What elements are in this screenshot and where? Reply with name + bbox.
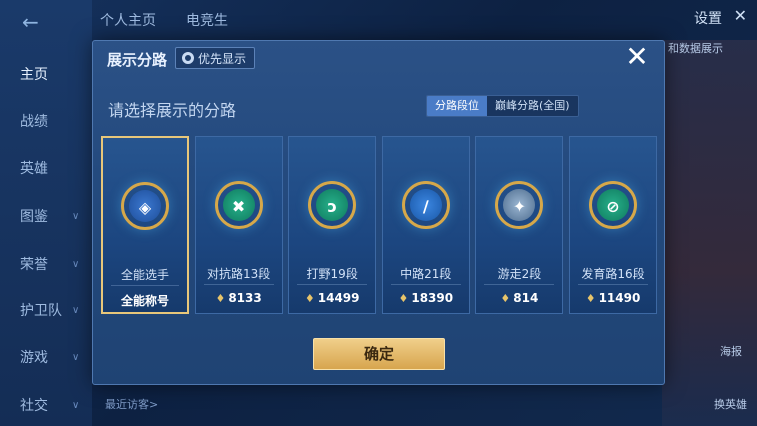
lane-card-value: ♦ 814 <box>476 291 562 305</box>
dialog-prompt: 请选择展示的分路 <box>108 101 237 120</box>
lane-card-name: 对抗路13段 <box>206 267 271 281</box>
chevron-down-icon: ∨ <box>72 352 80 363</box>
lane-card-value-text: 全能称号 <box>120 294 169 308</box>
badge-glyph: ◈ <box>138 198 152 217</box>
change-hero-button[interactable]: 换英雄 <box>714 396 747 412</box>
badge-inner: ◈ <box>129 190 161 222</box>
points-icon: ♦ <box>215 292 226 305</box>
farm-lane-icon: ⊘ <box>589 181 637 229</box>
lane-card[interactable]: ✖ 对抗路13段 ♦ 8133 <box>194 136 283 314</box>
lane-display-dialog: 展示分路 优先显示 ✕ 请选择展示的分路 分路段位 巅峰分路(全国) ◈ 全能选手… <box>92 40 665 385</box>
tab-lane-rank[interactable]: 分路段位 <box>427 96 487 116</box>
lane-card-value: ♦ 18390 <box>383 291 469 305</box>
data-display-label[interactable]: 和数据展示 <box>668 40 723 56</box>
lane-card-name: 发育路16段 <box>581 267 645 281</box>
badge-inner: ɔ <box>316 189 349 221</box>
tab-profile[interactable]: 个人主页 <box>100 10 156 30</box>
lane-card-value-text: 8133 <box>228 291 262 305</box>
nav-item-games[interactable]: 游戏 <box>20 347 48 367</box>
divider <box>111 285 179 286</box>
confirm-button[interactable]: 确定 <box>313 338 445 370</box>
lane-card-value-text: 814 <box>513 291 539 305</box>
badge-glyph: ⊘ <box>606 197 620 216</box>
roam-icon: ✦ <box>495 181 544 229</box>
lane-card-value: ♦ 14499 <box>289 291 375 305</box>
tab-esports[interactable]: 电竞生 <box>186 10 228 30</box>
recent-visitors[interactable]: 最近访客> <box>105 396 158 412</box>
lane-card-value-text: 14499 <box>317 291 360 305</box>
jungle-icon: ɔ <box>308 181 357 229</box>
lane-card[interactable]: ⊘ 发育路16段 ♦ 11490 <box>569 136 657 314</box>
gear-icon <box>182 52 194 64</box>
tab-peak-lane[interactable]: 巅峰分路(全国) <box>487 96 578 116</box>
nav-item-record[interactable]: 战绩 <box>20 111 48 131</box>
lane-card[interactable]: ɔ 打野19段 ♦ 14499 <box>288 136 377 314</box>
nav-item-guard[interactable]: 护卫队 <box>20 300 62 320</box>
badge-glyph: ✦ <box>512 197 527 216</box>
lane-card-name: 游走2段 <box>497 267 542 281</box>
display-toggle: 分路段位 巅峰分路(全国) <box>426 95 579 117</box>
lane-card-value: ♦ 11490 <box>570 291 656 305</box>
priority-display-label: 优先显示 <box>198 51 247 66</box>
chevron-down-icon: ∨ <box>72 305 80 316</box>
lane-card-value-text: 11490 <box>598 291 641 305</box>
divider <box>578 284 648 285</box>
right-panel-decor <box>662 40 757 426</box>
lane-card-value: 全能称号 <box>103 292 187 309</box>
badge-glyph: ✖ <box>231 197 246 216</box>
points-icon: ♦ <box>500 292 511 305</box>
dialog-title: 展示分路 <box>107 51 168 69</box>
lane-card-name: 中路21段 <box>400 267 452 281</box>
mid-lane-icon: ∕ <box>401 181 450 229</box>
lane-card-name: 全能选手 <box>120 268 169 282</box>
badge-glyph: ɔ <box>327 197 337 216</box>
divider <box>297 284 368 285</box>
nav-item-social[interactable]: 社交 <box>20 395 48 415</box>
badge-inner: ⊘ <box>597 189 629 221</box>
back-icon[interactable]: ← <box>22 10 62 34</box>
chevron-down-icon: ∨ <box>72 211 80 222</box>
lane-card[interactable]: ∕ 中路21段 ♦ 18390 <box>381 136 470 314</box>
lane-card[interactable]: ✦ 游走2段 ♦ 814 <box>475 136 564 314</box>
points-icon: ♦ <box>304 292 315 305</box>
lane-card-value: ♦ 8133 <box>196 291 282 305</box>
points-icon: ♦ <box>585 292 596 305</box>
badge-inner: ✦ <box>503 189 536 221</box>
close-icon[interactable]: ✕ <box>622 43 652 73</box>
badge-inner: ∕ <box>409 189 442 221</box>
badge-inner: ✖ <box>222 189 255 221</box>
lane-card-name: 打野19段 <box>306 267 358 281</box>
all-round-icon: ◈ <box>121 182 169 230</box>
settings-link[interactable]: 设置 <box>694 8 722 28</box>
badge-glyph: ∕ <box>422 197 429 216</box>
nav-item-honor[interactable]: 荣誉 <box>20 254 48 274</box>
priority-display-button[interactable]: 优先显示 <box>175 47 256 69</box>
nav-item-home[interactable]: 主页 <box>20 64 48 84</box>
top-tabs: 个人主页 电竞生 <box>100 10 228 30</box>
lane-card[interactable]: ◈ 全能选手全能称号 <box>101 136 189 314</box>
poster-button[interactable]: 海报 <box>720 343 742 359</box>
nav-item-heroes[interactable]: 英雄 <box>20 158 48 178</box>
close-icon[interactable]: ✕ <box>734 6 747 25</box>
clash-lane-icon: ✖ <box>214 181 263 229</box>
nav-item-codex[interactable]: 图鉴 <box>20 206 48 226</box>
points-icon: ♦ <box>398 292 409 305</box>
chevron-down-icon: ∨ <box>72 259 80 270</box>
lane-card-value-text: 18390 <box>411 291 454 305</box>
chevron-down-icon: ∨ <box>72 400 80 411</box>
divider <box>390 284 461 285</box>
divider <box>203 284 274 285</box>
divider <box>484 284 555 285</box>
lane-cards: ◈ 全能选手 全能称号 ✖ 对抗路13段 ♦ 8133 ɔ 打野19段 ♦ 14499 ∕ 中路21段 ♦… <box>101 136 657 316</box>
